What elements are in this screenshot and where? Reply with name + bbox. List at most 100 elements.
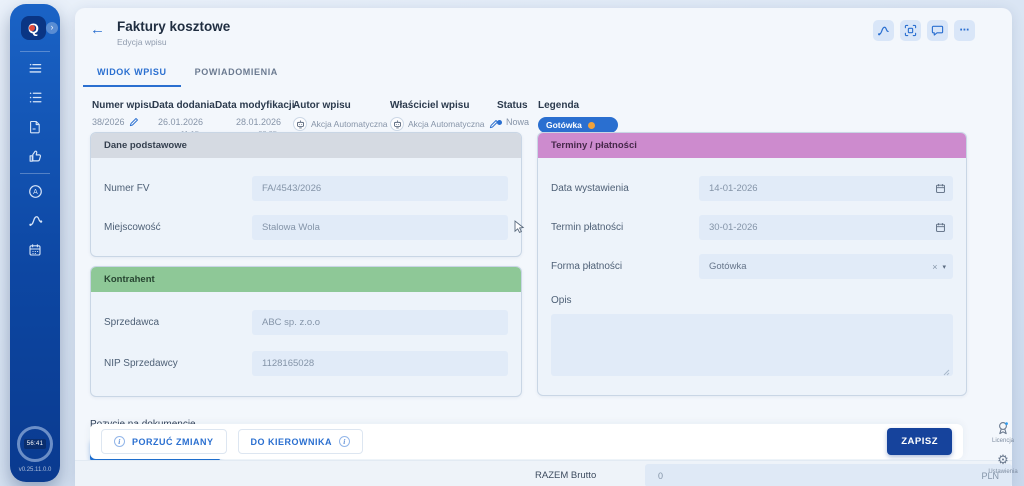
more-options-button[interactable]: ⋯ xyxy=(954,20,975,41)
workflow-icon xyxy=(877,24,890,37)
calendar-icon xyxy=(28,243,42,257)
meta-label: Status xyxy=(497,100,538,111)
automation-icon: A xyxy=(28,184,43,199)
field-label: Forma płatności xyxy=(551,261,699,272)
entry-number-value: 38/2026 xyxy=(92,117,125,127)
page-subtitle: Edycja wpisu xyxy=(117,37,230,47)
summary-row: RAZEM Brutto 0 PLN xyxy=(75,460,1012,486)
page-header: Faktury kosztowe Edycja wpisu xyxy=(117,19,230,47)
app-version: v0.25.11.0.0 xyxy=(19,467,52,473)
scan-frame-icon xyxy=(904,24,917,37)
header-actions: ⋯ xyxy=(873,20,975,41)
chevron-right-icon: › xyxy=(51,22,54,32)
field-label: NIP Sprzedawcy xyxy=(104,358,252,369)
sidebar-item-calendar[interactable] xyxy=(17,235,53,264)
meta-label: Legenda xyxy=(538,100,618,111)
section-kontrahent: Kontrahent Sprzedawca NIP Sprzedawcy xyxy=(90,266,522,397)
forma-platnosci-value: Gotówka xyxy=(709,261,747,272)
meta-owner: Właściciel wpisu Akcja Automatyczna xyxy=(390,100,497,131)
legend-dot-icon xyxy=(588,122,595,129)
miejscowosc-input[interactable] xyxy=(252,215,508,240)
sidebar-expand-button[interactable]: › xyxy=(46,22,58,34)
meta-label: Numer wpisu xyxy=(92,100,152,111)
field-label: Numer FV xyxy=(104,183,252,194)
discard-changes-label: PORZUĆ ZMIANY xyxy=(132,437,214,447)
status-dot-icon xyxy=(497,120,502,125)
license-button[interactable]: Licencja xyxy=(992,421,1014,444)
sidebar-item-workflow[interactable] xyxy=(17,206,53,235)
robot-avatar xyxy=(390,117,404,131)
sidebar-divider xyxy=(20,51,50,52)
thumbs-up-icon xyxy=(28,148,43,163)
sidebar-item-entries[interactable] xyxy=(17,54,53,83)
clear-icon[interactable]: × xyxy=(932,262,937,272)
more-icon: ⋯ xyxy=(960,25,970,36)
edit-pencil-icon[interactable] xyxy=(129,117,139,127)
sidebar-item-documents[interactable] xyxy=(17,112,53,141)
sidebar-item-list[interactable] xyxy=(17,83,53,112)
back-arrow-icon: ← xyxy=(90,21,105,38)
document-icon xyxy=(28,120,42,134)
calendar-icon[interactable] xyxy=(935,183,946,194)
info-icon: i xyxy=(114,436,125,447)
footer-action-bar: i PORZUĆ ZMIANY DO KIEROWNIKA i ZAPISZ xyxy=(90,424,963,459)
tab-widok-wpisu[interactable]: WIDOK WPISU xyxy=(83,58,181,87)
owner-value: Akcja Automatyczna xyxy=(408,119,485,129)
author-value: Akcja Automatyczna xyxy=(311,119,388,129)
numer-fv-input[interactable] xyxy=(252,176,508,201)
calendar-icon[interactable] xyxy=(935,222,946,233)
data-wystawienia-input[interactable] xyxy=(699,176,953,201)
sidebar-item-approvals[interactable] xyxy=(17,141,53,170)
summary-total-value: 0 xyxy=(658,471,663,481)
right-rail: Licencja ⚙ Ustawienia xyxy=(984,421,1022,475)
to-manager-button[interactable]: DO KIEROWNIKA i xyxy=(238,429,364,454)
list-icon xyxy=(28,90,43,105)
logo-red-dot xyxy=(29,25,35,31)
resize-handle[interactable] xyxy=(943,369,950,376)
section-dane-podstawowe: Dane podstawowe Numer FV Miejscowość xyxy=(90,132,522,257)
legend-badge[interactable]: Gotówka xyxy=(538,117,618,133)
comments-action-button[interactable] xyxy=(927,20,948,41)
robot-avatar xyxy=(293,117,307,131)
summary-label: RAZEM Brutto xyxy=(535,470,596,481)
entries-icon xyxy=(28,61,43,76)
settings-label: Ustawienia xyxy=(988,469,1017,475)
logo-mark: Q xyxy=(21,16,46,40)
date-added-value: 26.01.2026 xyxy=(152,117,215,127)
left-column: Dane podstawowe Numer FV Miejscowość Kon… xyxy=(90,132,522,462)
sidebar: Q › A 56:41 v0.25.11.0.0 xyxy=(10,4,60,482)
section-header: Terminy / płatności xyxy=(538,133,966,158)
chevron-down-icon[interactable]: ▾ xyxy=(942,263,946,271)
meta-author: Autor wpisu Akcja Automatyczna xyxy=(293,100,390,131)
opis-textarea[interactable] xyxy=(551,314,953,376)
back-button[interactable]: ← xyxy=(90,21,105,38)
session-timer[interactable]: 56:41 xyxy=(17,426,53,462)
termin-platnosci-input[interactable] xyxy=(699,215,953,240)
sprzedawca-input[interactable] xyxy=(252,310,508,335)
tab-powiadomienia[interactable]: POWIADOMIENIA xyxy=(181,58,292,87)
scan-action-button[interactable] xyxy=(900,20,921,41)
sidebar-divider xyxy=(20,173,50,174)
discard-changes-button[interactable]: i PORZUĆ ZMIANY xyxy=(101,429,227,454)
summary-total-input[interactable]: 0 PLN xyxy=(645,464,1012,486)
workflow-action-button[interactable] xyxy=(873,20,894,41)
sidebar-item-automation[interactable]: A xyxy=(17,177,53,206)
nip-sprzedawcy-input[interactable] xyxy=(252,351,508,376)
save-button[interactable]: ZAPISZ xyxy=(887,428,952,455)
app-logo: Q › xyxy=(10,16,60,42)
settings-button[interactable]: ⚙ Ustawienia xyxy=(988,453,1017,475)
opis-label: Opis xyxy=(551,295,953,306)
svg-text:A: A xyxy=(33,189,38,196)
meta-label: Autor wpisu xyxy=(293,100,390,111)
field-label: Data wystawienia xyxy=(551,183,699,194)
section-header: Kontrahent xyxy=(91,267,521,292)
license-icon xyxy=(996,421,1010,436)
right-column: Terminy / płatności Data wystawienia Ter… xyxy=(537,132,967,396)
license-label: Licencja xyxy=(992,438,1014,444)
field-label: Sprzedawca xyxy=(104,317,252,328)
date-modified-value: 28.01.2026 xyxy=(215,117,293,127)
forma-platnosci-select[interactable]: Gotówka xyxy=(699,254,953,279)
section-terminy-platnosci: Terminy / płatności Data wystawienia Ter… xyxy=(537,132,967,396)
meta-label: Właściciel wpisu xyxy=(390,100,497,111)
gear-icon: ⚙ xyxy=(997,453,1009,467)
